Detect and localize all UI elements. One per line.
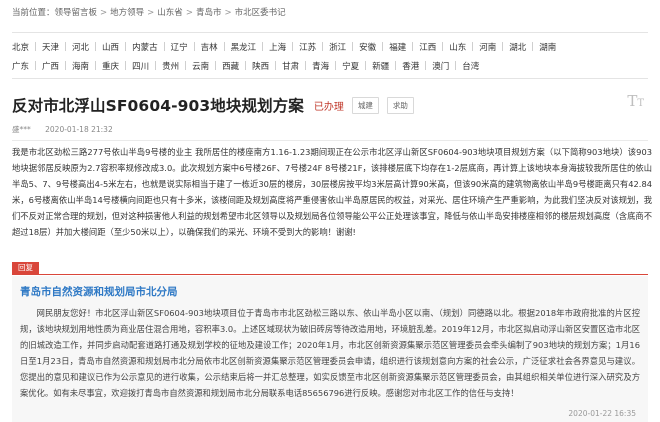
region-link[interactable]: 北京 — [12, 41, 29, 53]
reply-divider — [12, 274, 648, 275]
region-link[interactable]: 澳门 — [432, 60, 449, 72]
region-separator — [305, 61, 307, 70]
region-link[interactable]: 河南 — [479, 41, 496, 53]
region-separator — [193, 42, 195, 51]
region-separator — [532, 42, 534, 51]
breadcrumb: 当前位置：领导留言板 > 地方领导 > 山东省 > 青岛市 > 市北区委书记 — [12, 6, 286, 18]
region-separator — [163, 42, 165, 51]
region-separator — [215, 61, 217, 70]
region-separator — [262, 42, 264, 51]
region-link[interactable]: 安徽 — [359, 41, 376, 53]
region-link[interactable]: 黑龙江 — [231, 41, 257, 53]
reply-organization: 青岛市自然资源和规划局市北分局 — [20, 286, 178, 298]
region-link[interactable]: 吉林 — [201, 41, 218, 53]
reply-content: 网民朋友您好！市北区浮山新区SF0604-903地块项目位于青岛市市北区劲松三路… — [20, 308, 640, 398]
region-row-1: 北京 天津 河北 山西 内蒙古 辽宁 吉林 黑龙江 上海 江苏 浙江 安徽 福建 江西 山东 河南 湖北 湖南 — [12, 37, 648, 56]
region-link[interactable]: 辽宁 — [171, 41, 188, 53]
region-separator — [65, 42, 67, 51]
region-link[interactable]: 台湾 — [462, 60, 479, 72]
divider — [12, 140, 648, 141]
region-link[interactable]: 山东 — [449, 41, 466, 53]
region-link[interactable]: 广东 — [12, 60, 29, 72]
region-link[interactable]: 湖南 — [539, 41, 556, 53]
region-link[interactable]: 甘肃 — [282, 60, 299, 72]
font-size-toggle-icon[interactable]: TT — [627, 92, 644, 110]
region-link[interactable]: 江西 — [419, 41, 436, 53]
breadcrumb-item-local-leaders[interactable]: 地方领导 — [110, 8, 144, 18]
region-separator — [292, 42, 294, 51]
region-link[interactable]: 天津 — [42, 41, 59, 53]
region-separator — [125, 61, 127, 70]
region-row-2: 广东 广西 海南 重庆 四川 贵州 云南 西藏 陕西 甘肃 青海 宁夏 新疆 香港 澳门 台湾 — [12, 56, 648, 75]
region-separator — [125, 42, 127, 51]
breadcrumb-separator: > — [185, 8, 193, 18]
breadcrumb-item-qingdao[interactable]: 青岛市 — [196, 8, 222, 18]
post-header: 反对市北浮山SF0604-903地块规划方案 已办理 城建 求助 TT — [12, 92, 648, 116]
region-link[interactable]: 湖北 — [509, 41, 526, 53]
region-separator — [185, 61, 187, 70]
post-title: 反对市北浮山SF0604-903地块规划方案 — [12, 97, 304, 115]
region-separator — [223, 42, 225, 51]
region-link[interactable]: 河北 — [72, 41, 89, 53]
region-separator — [275, 61, 277, 70]
region-separator — [365, 61, 367, 70]
region-nav: 北京 天津 河北 山西 内蒙古 辽宁 吉林 黑龙江 上海 江苏 浙江 安徽 福建 江西 山东 河南 湖北 湖南 广… — [12, 32, 648, 79]
region-link[interactable]: 山西 — [102, 41, 119, 53]
region-separator — [352, 42, 354, 51]
reply-label: 回复 — [12, 262, 39, 274]
region-link[interactable]: 重庆 — [102, 60, 119, 72]
region-link[interactable]: 宁夏 — [342, 60, 359, 72]
region-separator — [382, 42, 384, 51]
region-separator — [95, 42, 97, 51]
region-link[interactable]: 新疆 — [372, 60, 389, 72]
region-separator — [95, 61, 97, 70]
region-separator — [412, 42, 414, 51]
region-link[interactable]: 青海 — [312, 60, 329, 72]
reply-date: 2020-01-22 16:35 — [568, 409, 636, 418]
post-author: 盛*** — [12, 125, 31, 134]
region-separator — [245, 61, 247, 70]
region-link[interactable]: 四川 — [132, 60, 149, 72]
status-badge: 已办理 — [313, 101, 344, 113]
region-link[interactable]: 浙江 — [329, 41, 346, 53]
reply-panel: 青岛市自然资源和规划局市北分局 网民朋友您好！市北区浮山新区SF0604-903… — [12, 276, 648, 422]
region-link[interactable]: 贵州 — [162, 60, 179, 72]
region-separator — [35, 61, 37, 70]
region-separator — [472, 42, 474, 51]
region-separator — [502, 42, 504, 51]
breadcrumb-prefix: 当前位置： — [12, 8, 55, 18]
post-meta: 盛*** 2020-01-18 21:32 — [12, 124, 113, 135]
region-separator — [395, 61, 397, 70]
region-link[interactable]: 云南 — [192, 60, 209, 72]
region-link[interactable]: 香港 — [402, 60, 419, 72]
region-separator — [322, 42, 324, 51]
region-link[interactable]: 上海 — [269, 41, 286, 53]
region-link[interactable]: 海南 — [72, 60, 89, 72]
breadcrumb-item-shibei-secretary[interactable]: 市北区委书记 — [235, 8, 286, 18]
post-content: 我是市北区劲松三路277号依山半岛9号楼的业主 我所居住的楼座南方1.16-1.… — [12, 147, 652, 237]
region-link[interactable]: 江苏 — [299, 41, 316, 53]
region-separator — [455, 61, 457, 70]
region-link[interactable]: 福建 — [389, 41, 406, 53]
breadcrumb-separator: > — [147, 8, 155, 18]
breadcrumb-item-shandong[interactable]: 山东省 — [157, 8, 183, 18]
region-separator — [442, 42, 444, 51]
breadcrumb-separator: > — [100, 8, 108, 18]
region-separator — [155, 61, 157, 70]
region-separator — [35, 42, 37, 51]
breadcrumb-separator: > — [224, 8, 232, 18]
region-separator — [425, 61, 427, 70]
tag-help[interactable]: 求助 — [386, 96, 414, 114]
region-separator — [335, 61, 337, 70]
region-separator — [65, 61, 67, 70]
region-link[interactable]: 内蒙古 — [132, 41, 158, 53]
region-link[interactable]: 陕西 — [252, 60, 269, 72]
tag-urban-construction[interactable]: 城建 — [351, 96, 379, 114]
breadcrumb-item-leader-board[interactable]: 领导留言板 — [55, 8, 98, 18]
region-link[interactable]: 西藏 — [222, 60, 239, 72]
post-date: 2020-01-18 21:32 — [45, 125, 113, 134]
region-link[interactable]: 广西 — [42, 60, 59, 72]
